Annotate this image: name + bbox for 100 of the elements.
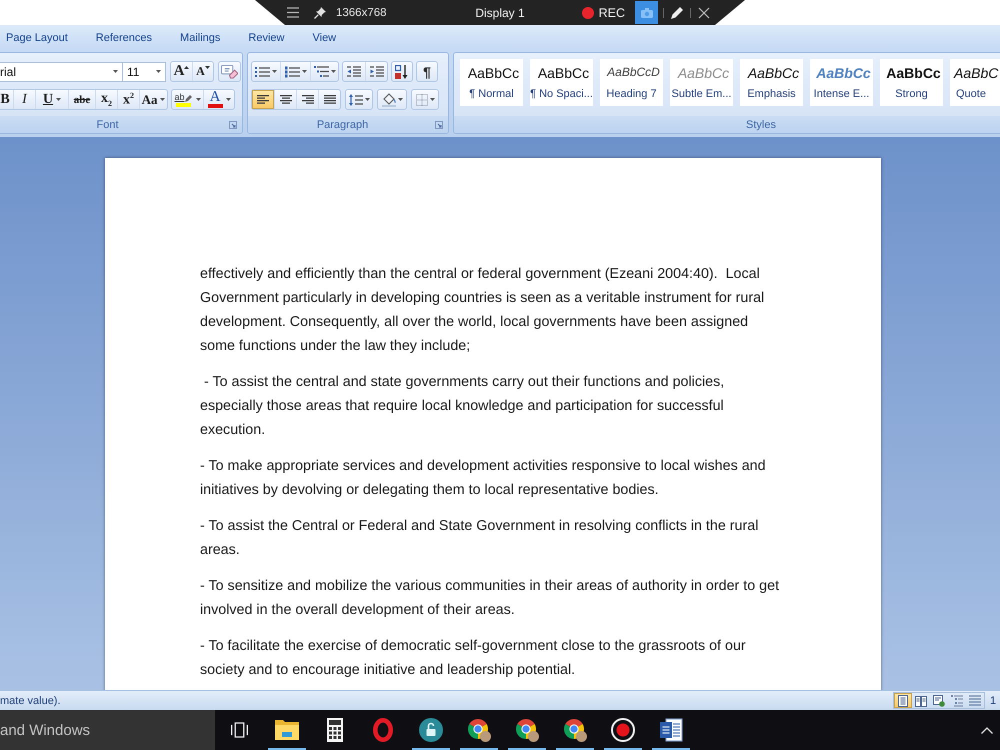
format-button[interactable]: x$^{2}$ — [117, 90, 139, 109]
search-field[interactable]: and Windows — [0, 710, 215, 750]
dialog-launcher-icon[interactable] — [435, 120, 443, 128]
body-paragraph: - To make appropriate services and development activities responsive to local wishes and initiatives by devolving or delegating them to local representative bodies. — [200, 457, 767, 500]
record-icon — [611, 718, 635, 742]
format-button[interactable]: U — [35, 90, 68, 109]
caret-down-icon — [272, 70, 277, 73]
caret-down-icon — [56, 98, 62, 101]
ribbon-tab[interactable]: References — [96, 28, 152, 48]
body-paragraph: - To assist the Central or Federal and State Government in resolving conflicts in the rural areas. — [200, 517, 760, 560]
view-button[interactable] — [966, 693, 984, 708]
pin-icon[interactable] — [314, 6, 326, 18]
body-paragraph: effectively and efficiently than the central or federal government (Ezeani 2004:40). Local Government particularly in developing countries is seen as a veritable instrument for rural development. Consequently, all over the world, local governments have been assigned some functions under the law they include; — [200, 265, 766, 356]
highlight-button[interactable]: ab — [172, 90, 203, 109]
record-button[interactable]: REC — [582, 6, 625, 20]
segmented-circle-icon — [467, 718, 491, 742]
caret-down-icon — [204, 66, 210, 69]
caret-down-icon — [364, 98, 370, 101]
align-left-icon — [257, 94, 269, 104]
style-option[interactable]: AaBbC Quote — [950, 59, 1000, 106]
dialog-launcher-icon[interactable] — [229, 120, 237, 128]
menu-icon[interactable] — [287, 7, 299, 18]
group-label: Styles — [745, 118, 777, 130]
style-name: Quote — [955, 88, 986, 100]
format-button[interactable]: Aa — [139, 90, 167, 109]
font-name-field[interactable]: rial — [0, 62, 123, 82]
paint-bucket-icon — [382, 92, 396, 106]
view-button[interactable] — [912, 693, 930, 708]
body-paragraph: - To assist the central and state governments carry out their functions and policies, especially those areas that require local knowledge and participation for successful execution. — [200, 373, 726, 440]
page-icon — [897, 694, 909, 706]
ring-icon — [373, 718, 393, 742]
indent-icon — [370, 66, 384, 78]
align-right-icon — [302, 94, 314, 104]
style-option[interactable]: AaBbCc Strong — [880, 59, 943, 106]
style-name: Emphasis — [746, 88, 797, 100]
style-preview-text: AaBbCc — [676, 64, 730, 81]
chevron-up-icon[interactable] — [981, 726, 993, 734]
multilevel-list-button[interactable] — [310, 62, 338, 81]
ribbon-tab[interactable]: Review — [248, 28, 284, 48]
ribbon-tab[interactable]: View — [312, 28, 336, 48]
bullet-list-icon — [255, 66, 270, 78]
sort-button[interactable] — [391, 61, 413, 82]
view-button[interactable] — [894, 693, 912, 708]
style-preview-text: AaBbCcD — [606, 65, 661, 80]
style-name: Intense E... — [812, 88, 870, 100]
grow-font-button[interactable]: A — [171, 62, 192, 81]
line-spacing-icon — [348, 94, 362, 106]
increase-indent-button[interactable] — [365, 62, 387, 81]
caret-up-icon — [184, 66, 190, 69]
body-paragraph: - To sensitize and mobilize the various communities in their areas of authority in order to get involved in the overall development of their areas. — [200, 577, 780, 620]
shrink-font-button[interactable]: A — [192, 62, 213, 81]
status-text: 1 — [989, 694, 998, 706]
font-color-button[interactable]: A — [203, 90, 234, 109]
format-button[interactable]: B — [0, 90, 13, 109]
format-button[interactable]: x$_{2}$ — [95, 90, 117, 109]
style-option[interactable]: AaBbCc Intense E... — [810, 59, 873, 106]
pen-icon — [671, 6, 683, 18]
font-size-field[interactable]: 11 — [123, 62, 166, 82]
format-button[interactable]: abe — [68, 90, 95, 109]
caret-down-icon — [113, 70, 118, 73]
sort-icon — [395, 64, 409, 78]
style-option[interactable]: AaBbCc ¶ Normal — [460, 59, 523, 106]
align-center-icon — [280, 94, 292, 104]
style-preview-text: AaBbCc — [466, 64, 520, 81]
clear-formatting-button[interactable] — [218, 61, 241, 82]
numbered-list-icon — [284, 66, 300, 78]
status-message: mate value). — [0, 694, 61, 706]
style-name: Heading 7 — [605, 88, 658, 100]
camera-icon — [640, 8, 652, 18]
style-preview-text: AaBbCc — [815, 64, 872, 81]
style-preview-text: AaBbCc — [746, 64, 800, 81]
group-label: Paragraph — [316, 118, 370, 130]
ribbon-tab[interactable]: Page Layout — [6, 28, 68, 48]
draft-icon — [969, 694, 981, 706]
marker-icon — [184, 94, 192, 102]
shading-button[interactable] — [377, 89, 407, 110]
view-button[interactable] — [948, 693, 966, 708]
record-dot-icon — [582, 6, 594, 18]
line-spacing-button[interactable] — [345, 89, 373, 110]
segmented-circle-icon — [515, 718, 539, 742]
caret-down-icon — [398, 98, 402, 101]
style-option[interactable]: AaBbCc Subtle Em... — [670, 59, 733, 106]
style-preview-text: AaBbCc — [536, 64, 590, 81]
caret-down-icon — [226, 98, 230, 101]
eraser-icon — [221, 64, 238, 78]
document-icon — [659, 718, 683, 742]
web-page-icon — [933, 694, 945, 706]
task-view-icon — [230, 722, 248, 738]
style-preview-text: AaBbC — [952, 64, 998, 81]
caret-down-icon — [302, 70, 306, 73]
show-marks-button[interactable]: ¶ — [416, 61, 438, 82]
format-button[interactable]: I — [13, 90, 35, 109]
ribbon-tab[interactable]: Mailings — [180, 28, 220, 48]
style-option[interactable]: AaBbCc ¶ No Spaci... — [530, 59, 593, 106]
style-option[interactable]: AaBbCcD Heading 7 — [600, 59, 663, 106]
style-option[interactable]: AaBbCc Emphasis — [740, 59, 803, 106]
numbering-button[interactable] — [280, 62, 310, 81]
style-name: Subtle Em... — [670, 88, 732, 100]
align-button[interactable] — [252, 90, 274, 109]
folder-icon — [275, 720, 299, 740]
